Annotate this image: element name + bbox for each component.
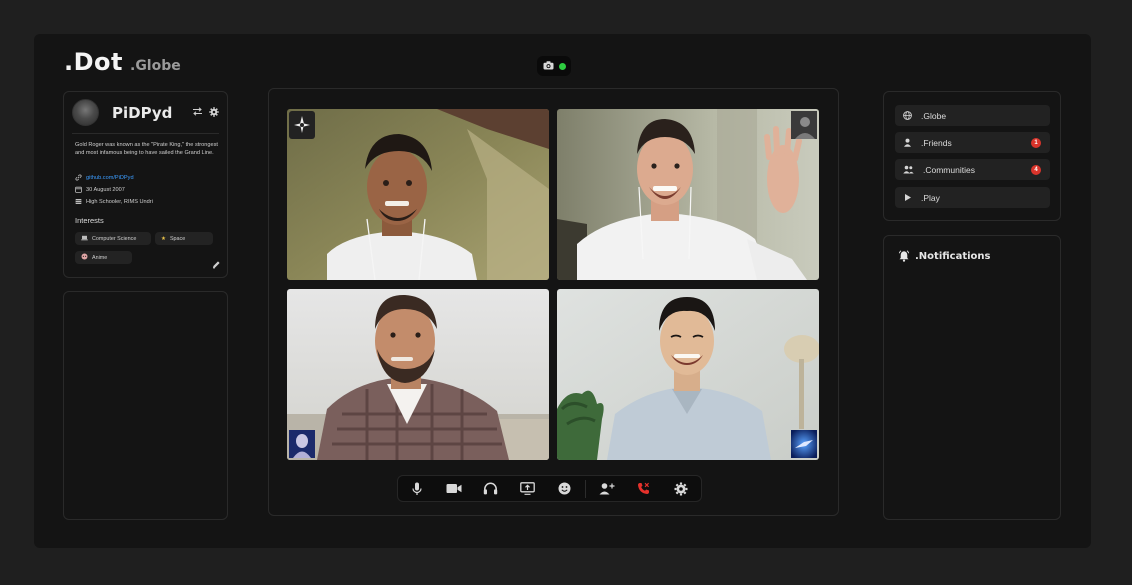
globe-icon (903, 111, 912, 120)
nav-item-label: .Globe (921, 110, 947, 121)
communities-count-badge: 4 (1031, 165, 1041, 175)
calendar-icon (75, 186, 82, 193)
emoji-button[interactable] (546, 475, 583, 502)
interest-label: Space (169, 235, 186, 242)
notifications-panel: .Notifications (883, 235, 1061, 520)
avatar-thumb (791, 111, 817, 139)
call-settings-button[interactable] (662, 475, 699, 502)
screen-share-button[interactable] (509, 475, 546, 502)
screen-share-icon (520, 482, 535, 495)
audio-output-button[interactable] (472, 475, 509, 502)
nav-item-communities[interactable]: .Communities 4 (895, 159, 1050, 180)
space-avatar (791, 430, 817, 458)
end-call-icon (638, 482, 649, 494)
interest-chip-space[interactable]: ★ Space (155, 232, 213, 245)
profile-settings-icon[interactable] (209, 107, 219, 120)
mute-button[interactable] (398, 475, 435, 502)
camera-icon (543, 57, 554, 75)
headphones-icon (483, 482, 498, 495)
interest-label: Computer Science (92, 235, 137, 242)
compass-icon (294, 116, 310, 133)
github-link[interactable]: github.com/PiDPyd (86, 175, 134, 181)
app-logo: .Dot .Globe (64, 48, 181, 76)
logo-main: .Dot (64, 48, 123, 76)
profile-divider (72, 133, 219, 134)
video-tile-participant-2[interactable] (557, 109, 819, 280)
controls-divider (585, 479, 586, 498)
video-feed-participant-3 (287, 289, 549, 460)
emoji-icon (558, 482, 571, 495)
anime-icon (81, 253, 88, 262)
nav-item-label: .Play (921, 192, 940, 203)
profile-username: PiDPyd (112, 104, 173, 122)
laptop-icon (81, 235, 88, 243)
add-participant-button[interactable] (588, 475, 625, 502)
nav-item-label: .Friends (921, 137, 952, 148)
bell-icon (898, 250, 910, 262)
education-text: High Schooler, RIMS Undri (86, 198, 153, 205)
video-feed-participant-2 (557, 109, 819, 280)
notifications-header: .Notifications (898, 250, 990, 262)
settings-icon (674, 482, 687, 495)
participant-1-badge (289, 111, 315, 139)
nav-item-label: .Communities (923, 164, 975, 175)
notifications-title: .Notifications (915, 250, 991, 262)
video-feed-participant-4 (557, 289, 819, 460)
video-tile-participant-4[interactable] (557, 289, 819, 460)
nav-item-globe[interactable]: .Globe (895, 105, 1050, 126)
nav-item-friends[interactable]: .Friends 1 (895, 132, 1050, 153)
left-secondary-panel (63, 291, 228, 520)
video-tile-participant-3[interactable] (287, 289, 549, 460)
avatar[interactable] (72, 99, 99, 126)
video-feed-participant-1 (287, 109, 549, 280)
interest-chip-anime[interactable]: Anime (75, 251, 132, 264)
edit-profile-icon[interactable] (212, 260, 221, 271)
github-row[interactable]: github.com/PiDPyd (75, 174, 134, 181)
statue-avatar (289, 430, 315, 458)
video-tile-participant-1[interactable] (287, 109, 549, 280)
person-icon (904, 138, 911, 147)
camera-status-indicator[interactable] (537, 56, 571, 76)
end-call-button[interactable] (625, 475, 662, 502)
swap-icon[interactable] (192, 107, 203, 120)
app-window: .Dot .Globe PiDPyd Gold Roger was known … (34, 34, 1091, 548)
participant-3-badge (289, 430, 315, 458)
navigation-panel: .Globe .Friends 1 .Communities 4 .Play (883, 91, 1061, 221)
interest-chip-computer-science[interactable]: Computer Science (75, 232, 151, 245)
education-row: High Schooler, RIMS Undri (75, 198, 153, 205)
profile-card: PiDPyd Gold Roger was known as the "Pira… (63, 91, 228, 278)
video-toggle-button[interactable] (435, 475, 472, 502)
logo-sub: .Globe (130, 58, 181, 74)
school-icon (75, 198, 82, 205)
star-icon: ★ (161, 235, 166, 242)
add-user-icon (599, 483, 614, 495)
microphone-icon (411, 482, 422, 495)
video-call-panel (268, 88, 839, 516)
video-camera-icon (446, 484, 461, 493)
group-icon (903, 165, 914, 174)
birthday-row: 30 August 2007 (75, 186, 125, 193)
camera-live-dot (558, 62, 566, 70)
birthday-text: 30 August 2007 (86, 186, 125, 193)
profile-bio: Gold Roger was known as the "Pirate King… (75, 142, 218, 156)
link-icon (75, 174, 82, 181)
nav-item-play[interactable]: .Play (895, 187, 1050, 208)
friends-count-badge: 1 (1031, 138, 1041, 148)
call-controls (397, 475, 702, 502)
participant-2-badge (791, 111, 817, 139)
play-icon (905, 194, 911, 201)
interests-title: Interests (75, 216, 104, 225)
participant-4-badge (791, 430, 817, 458)
interest-label: Anime (92, 254, 108, 261)
